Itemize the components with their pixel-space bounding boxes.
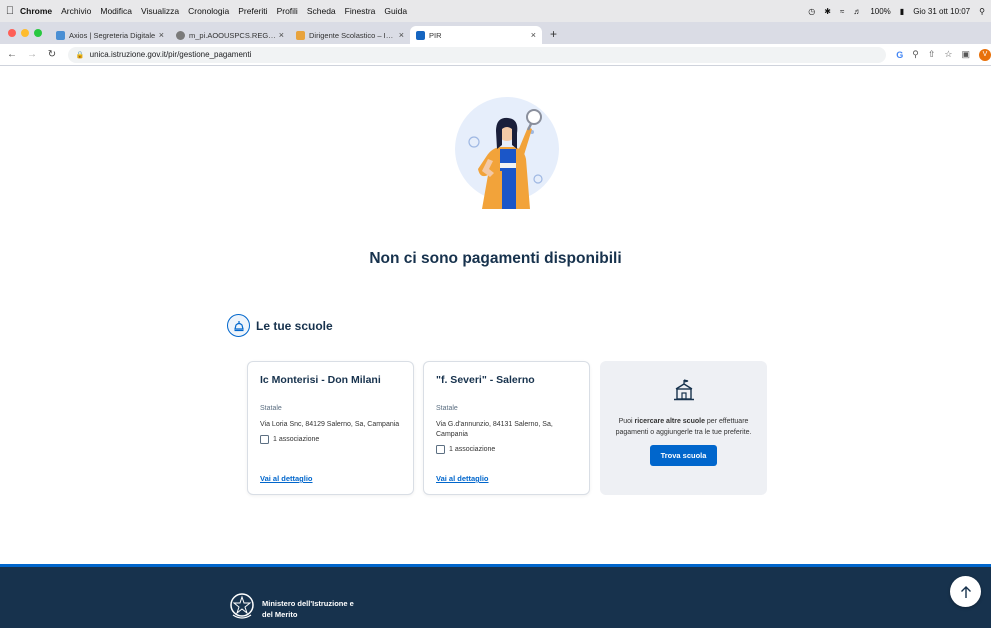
tab-label: Axios | Segreteria Digitale [69, 30, 156, 40]
address-bar-row: ← → ↻ 🔒 unica.istruzione.gov.it/pir/gest… [0, 44, 991, 66]
browser-tab-bar: Axios | Segreteria Digitale × m_pi.AOOUS… [0, 22, 991, 44]
footer: Ministero dell'Istruzione e del Merito [0, 564, 991, 628]
window-controls [0, 29, 50, 44]
close-window-icon[interactable] [8, 29, 16, 37]
menu-visualizza[interactable]: Visualizza [141, 6, 179, 16]
tab-axios[interactable]: Axios | Segreteria Digitale × [50, 26, 170, 44]
close-tab-icon[interactable]: × [279, 30, 284, 40]
zoom-window-icon[interactable] [34, 29, 42, 37]
person-badge-icon [436, 445, 445, 454]
new-tab-icon[interactable]: + [542, 27, 565, 44]
status-area: ◷ ✱ ≈ ♬ 100% ▮ Gio 31 ott 10:07 ⚲ [808, 0, 985, 22]
wifi-icon[interactable]: ≈ [840, 7, 844, 16]
tab-label: m_pi.AOOUSPCS.REGISTRO_U... [189, 30, 276, 40]
apple-icon[interactable]:  [0, 5, 20, 17]
find-school-text: Puoi ricercare altre scuole per effettua… [608, 416, 759, 438]
google-icon[interactable]: G [896, 50, 903, 60]
clock[interactable]: Gio 31 ott 10:07 [913, 7, 970, 16]
school-card: Ic Monterisi - Don Milani Statale Via Lo… [247, 361, 414, 495]
menu-preferiti[interactable]: Preferiti [238, 6, 267, 16]
forward-icon[interactable]: → [24, 49, 40, 60]
axios-favicon-icon [56, 30, 65, 40]
detail-link[interactable]: Vai al dettaglio [436, 474, 489, 483]
school-type: Statale [260, 405, 282, 412]
tab-label: Dirigente Scolastico – IPSEOA [309, 30, 396, 40]
school-address: Via G.d'annunzio, 84131 Salerno, Sa, Cam… [436, 421, 553, 438]
menu-chrome[interactable]: Chrome [20, 6, 52, 16]
detail-link[interactable]: Vai al dettaglio [260, 474, 313, 483]
menu-guida[interactable]: Guida [384, 6, 407, 16]
find-school-card: Puoi ricercare altre scuole per effettua… [600, 361, 767, 495]
school-type: Statale [436, 405, 458, 412]
ministry-name[interactable]: Ministero dell'Istruzione e del Merito [262, 598, 354, 620]
ministry-line-1: Ministero dell'Istruzione e [262, 599, 354, 608]
arrow-up-icon [960, 585, 971, 598]
person-badge-icon [260, 435, 269, 444]
school-building-icon [673, 379, 694, 401]
menu-scheda[interactable]: Scheda [307, 6, 336, 16]
zoom-icon[interactable]: ⚲ [912, 49, 919, 60]
section-title: Le tue scuole [227, 314, 333, 337]
text-bold: ricercare altre scuole [634, 418, 705, 425]
school-address: Via Loria Snc, 84129 Salerno, Sa, Campan… [260, 421, 400, 428]
school-associations: 1 associazione [260, 435, 401, 444]
school-bell-icon [227, 314, 250, 337]
republic-emblem-icon [230, 593, 254, 619]
section-title-text: Le tue scuole [256, 318, 333, 333]
profile-avatar[interactable]: V [979, 48, 991, 61]
battery-percent: 100% [870, 6, 891, 16]
macos-menu-bar:  Chrome Archivio Modifica Visualizza Cr… [0, 0, 991, 22]
associations-text: 1 associazione [449, 446, 496, 453]
url-text: unica.istruzione.gov.it/pir/gestione_pag… [89, 50, 252, 59]
tab-dirigente[interactable]: Dirigente Scolastico – IPSEOA × [290, 26, 410, 44]
woman-magnifier-illustration [455, 97, 559, 209]
volume-icon[interactable]: ♬ [853, 7, 861, 16]
menu-archivio[interactable]: Archivio [61, 6, 91, 16]
menu-cronologia[interactable]: Cronologia [188, 6, 229, 16]
url-field[interactable]: 🔒 unica.istruzione.gov.it/pir/gestione_p… [67, 46, 887, 63]
menu-finestra[interactable]: Finestra [345, 6, 376, 16]
associations-text: 1 associazione [273, 436, 320, 443]
close-tab-icon[interactable]: × [399, 30, 404, 40]
sidepanel-icon[interactable]: ▣ [961, 49, 970, 60]
share-icon[interactable]: ⇧ [928, 49, 936, 60]
school-associations: 1 associazione [436, 445, 577, 454]
lock-icon[interactable]: 🔒 [76, 51, 85, 59]
ministry-line-2: del Merito [262, 610, 298, 619]
page-title: Non ci sono pagamenti disponibili [369, 250, 622, 267]
time-machine-icon[interactable]: ◷ [808, 7, 815, 16]
tab-label: PIR [429, 30, 442, 40]
tab-pir[interactable]: PIR × [410, 26, 542, 44]
toolbar-actions: G ⚲ ⇧ ☆ ▣ V [896, 48, 991, 61]
spotlight-icon[interactable]: ⚲ [979, 7, 985, 16]
school-card: "f. Severi" - Salerno Statale Via G.d'an… [423, 361, 590, 495]
tab-registro[interactable]: m_pi.AOOUSPCS.REGISTRO_U... × [170, 26, 290, 44]
find-school-button[interactable]: Trova scuola [649, 445, 718, 466]
bluetooth-icon[interactable]: ✱ [824, 7, 831, 16]
close-tab-icon[interactable]: × [159, 30, 164, 40]
school-name: "f. Severi" - Salerno [436, 374, 535, 386]
bookmark-star-icon[interactable]: ☆ [944, 49, 952, 60]
menu-profili[interactable]: Profili [277, 6, 298, 16]
pir-favicon-icon [416, 30, 425, 40]
minimize-window-icon[interactable] [21, 29, 29, 37]
school-favicon-icon [296, 30, 305, 40]
globe-favicon-icon [176, 30, 185, 40]
school-name: Ic Monterisi - Don Milani [260, 374, 381, 386]
battery-icon[interactable]: ▮ [900, 7, 904, 16]
back-icon[interactable]: ← [4, 49, 20, 60]
reload-icon[interactable]: ↻ [44, 49, 60, 60]
close-tab-icon[interactable]: × [531, 30, 536, 40]
menu-modifica[interactable]: Modifica [100, 6, 132, 16]
scroll-to-top-button[interactable] [950, 576, 981, 607]
text-part: Puoi [618, 418, 635, 425]
